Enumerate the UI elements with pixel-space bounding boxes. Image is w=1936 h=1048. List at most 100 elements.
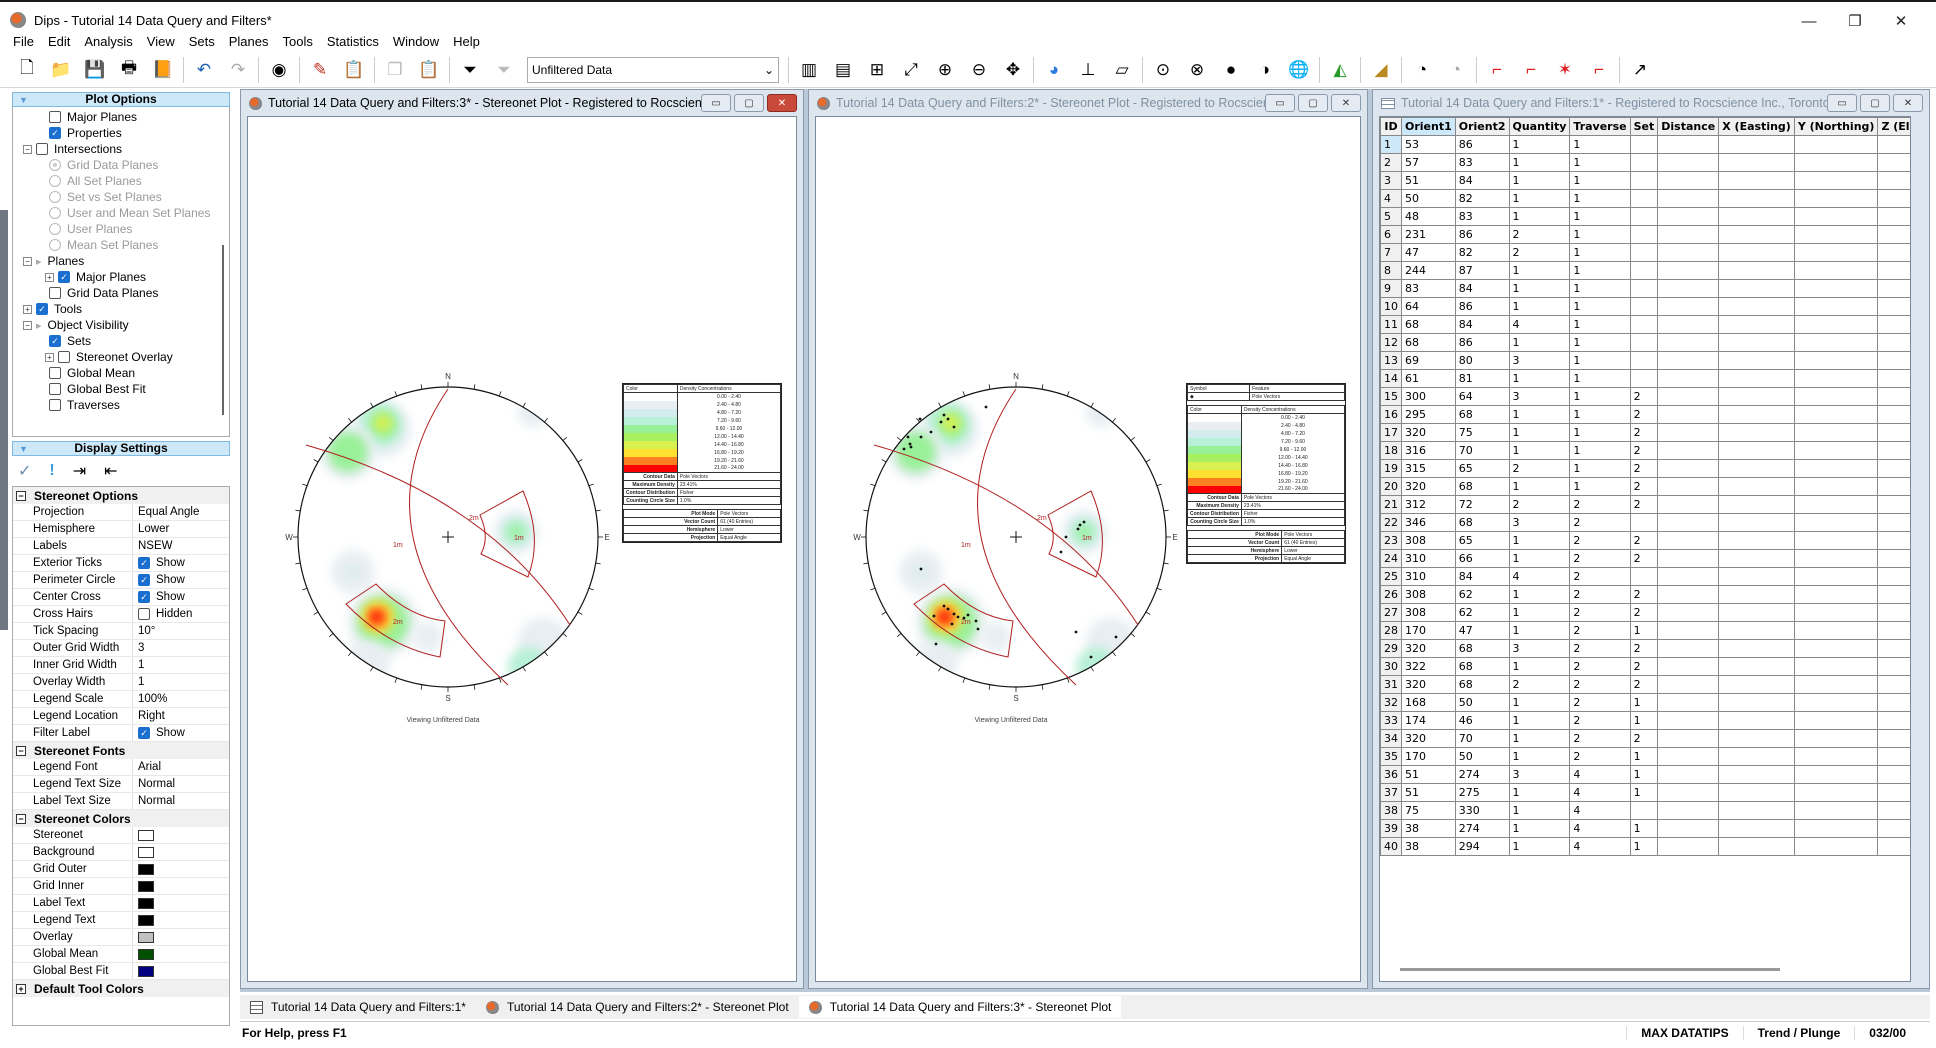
- open-folder-button[interactable]: 📁: [48, 57, 74, 83]
- child-restore-button[interactable]: ▢: [1298, 94, 1328, 112]
- table-cell[interactable]: 2: [1629, 639, 1659, 658]
- table-row[interactable]: 74782211: [1380, 243, 1910, 262]
- table-cell[interactable]: 51: [1401, 171, 1456, 190]
- table-cell[interactable]: [1793, 837, 1879, 856]
- menu-statistics[interactable]: Statistics: [320, 34, 386, 49]
- table-cell[interactable]: 68: [1454, 513, 1510, 532]
- table-cell[interactable]: 1: [1629, 819, 1659, 838]
- table-cell[interactable]: [1877, 801, 1910, 820]
- row-id-cell[interactable]: 1: [1380, 135, 1402, 154]
- table-cell[interactable]: 4: [1569, 801, 1631, 820]
- table-cell[interactable]: 1: [1629, 621, 1659, 640]
- rosette-button[interactable]: ◭: [1327, 57, 1353, 83]
- color-swatch[interactable]: [138, 914, 154, 926]
- table-row[interactable]: 623186210.5: [1380, 225, 1910, 244]
- table-cell[interactable]: [1718, 387, 1795, 406]
- table-cell[interactable]: [1877, 369, 1910, 388]
- table-cell[interactable]: 275: [1454, 783, 1510, 802]
- table-cell[interactable]: 65: [1454, 531, 1510, 550]
- property-row-background[interactable]: Background: [13, 844, 229, 861]
- table-cell[interactable]: [1793, 225, 1879, 244]
- table-cell[interactable]: 300: [1401, 387, 1456, 406]
- collapse-icon[interactable]: −: [16, 813, 26, 824]
- undo-button[interactable]: ↶: [191, 57, 217, 83]
- table-cell[interactable]: [1657, 495, 1720, 514]
- table-cell[interactable]: [1657, 225, 1720, 244]
- row-id-cell[interactable]: 23: [1380, 531, 1402, 550]
- window-titlebar[interactable]: Tutorial 14 Data Query and Filters:3* - …: [241, 90, 803, 116]
- color-swatch[interactable]: [138, 829, 154, 841]
- tree-item-properties[interactable]: ✓ Properties: [13, 125, 229, 141]
- table-cell[interactable]: [1657, 279, 1720, 298]
- table-cell[interactable]: [1877, 189, 1910, 208]
- table-row[interactable]: 35170501213: [1380, 747, 1910, 766]
- color-swatch[interactable]: [138, 931, 154, 943]
- table-cell[interactable]: 84: [1454, 279, 1510, 298]
- scatter-plot-button[interactable]: ⊙: [1150, 57, 1176, 83]
- property-value[interactable]: 100%: [133, 691, 229, 707]
- table-cell[interactable]: 1: [1508, 729, 1571, 748]
- child-close-button[interactable]: ✕: [1331, 94, 1361, 112]
- table-cell[interactable]: [1793, 135, 1879, 154]
- table-row[interactable]: 136980311.5: [1380, 351, 1910, 370]
- table-cell[interactable]: 3: [1508, 639, 1571, 658]
- table-cell[interactable]: 1: [1508, 441, 1571, 460]
- radio-button[interactable]: [49, 191, 61, 203]
- table-cell[interactable]: 48: [1401, 207, 1456, 226]
- table-cell[interactable]: [1657, 513, 1720, 532]
- table-cell[interactable]: [1793, 531, 1879, 550]
- window-titlebar[interactable]: Tutorial 14 Data Query and Filters:2* - …: [809, 90, 1367, 116]
- table-cell[interactable]: 81: [1454, 369, 1510, 388]
- stereonet-plot-area[interactable]: N S E W 1m 2m 2m 1m Symbol Feature ◆ Pole Vectors C…: [815, 116, 1361, 982]
- table-cell[interactable]: [1793, 585, 1879, 604]
- table-cell[interactable]: [1718, 693, 1795, 712]
- table-cell[interactable]: [1629, 279, 1659, 298]
- table-row[interactable]: 146181111: [1380, 369, 1910, 388]
- table-cell[interactable]: [1718, 729, 1795, 748]
- row-id-cell[interactable]: 6: [1380, 225, 1402, 244]
- table-cell[interactable]: [1657, 405, 1720, 424]
- export-button[interactable]: 📙: [150, 57, 176, 83]
- table-cell[interactable]: 310: [1401, 549, 1456, 568]
- table-cell[interactable]: [1793, 459, 1879, 478]
- table-cell[interactable]: 1: [1629, 783, 1659, 802]
- child-restore-button[interactable]: ▢: [734, 94, 764, 112]
- row-id-cell[interactable]: 29: [1380, 639, 1402, 658]
- property-row-outer-grid-width[interactable]: Outer Grid Width 3: [13, 640, 229, 657]
- property-value[interactable]: Arial: [133, 759, 229, 775]
- table-cell[interactable]: 1: [1569, 189, 1631, 208]
- table-cell[interactable]: 4: [1569, 783, 1631, 802]
- table-cell[interactable]: 330: [1454, 801, 1510, 820]
- collapse-icon[interactable]: −: [23, 144, 32, 154]
- table-cell[interactable]: [1793, 675, 1879, 694]
- table-cell[interactable]: 80: [1454, 351, 1510, 370]
- table-cell[interactable]: 83: [1454, 207, 1510, 226]
- import-settings-icon[interactable]: ⇤: [104, 461, 117, 481]
- table-cell[interactable]: 1: [1569, 207, 1631, 226]
- menu-file[interactable]: File: [6, 34, 41, 49]
- property-value[interactable]: [133, 844, 229, 860]
- tree-item-stereonet-overlay[interactable]: + Stereonet Overlay: [13, 349, 229, 365]
- table-cell[interactable]: [1657, 801, 1720, 820]
- table-cell[interactable]: 1: [1508, 423, 1571, 442]
- checkbox[interactable]: ✓: [138, 557, 150, 569]
- checkbox[interactable]: [36, 143, 48, 155]
- row-id-cell[interactable]: 17: [1380, 423, 1402, 442]
- table-cell[interactable]: [1877, 603, 1910, 622]
- row-id-cell[interactable]: 35: [1380, 747, 1402, 766]
- table-cell[interactable]: 2: [1508, 225, 1571, 244]
- table-cell[interactable]: [1793, 351, 1879, 370]
- menu-tools[interactable]: Tools: [276, 34, 320, 49]
- table-cell[interactable]: 2: [1508, 243, 1571, 262]
- table-cell[interactable]: [1877, 495, 1910, 514]
- table-cell[interactable]: 1: [1508, 171, 1571, 190]
- table-cell[interactable]: [1657, 333, 1720, 352]
- row-id-cell[interactable]: 3: [1380, 171, 1402, 190]
- table-cell[interactable]: [1793, 549, 1879, 568]
- menu-planes[interactable]: Planes: [222, 34, 276, 49]
- table-cell[interactable]: [1793, 603, 1879, 622]
- row-id-cell[interactable]: 25: [1380, 567, 1402, 586]
- table-cell[interactable]: [1877, 261, 1910, 280]
- new-file-button[interactable]: 🗋: [14, 57, 40, 83]
- table-cell[interactable]: 170: [1401, 621, 1456, 640]
